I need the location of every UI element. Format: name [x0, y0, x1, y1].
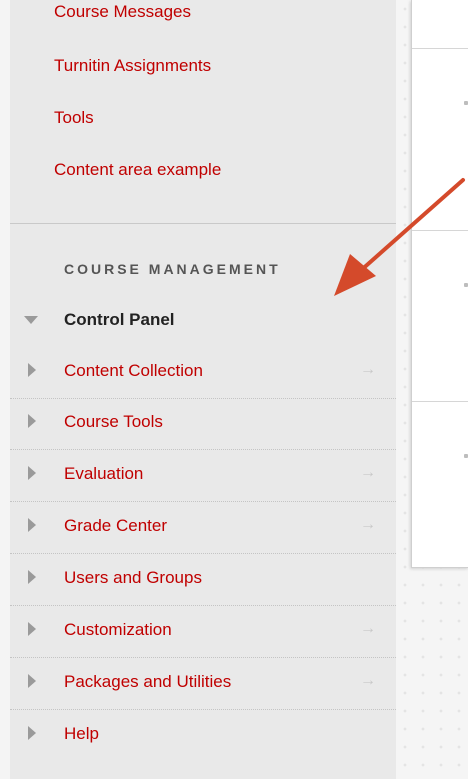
control-panel-item-customization[interactable]: Customization →: [10, 606, 396, 658]
panel-divider: [412, 48, 468, 49]
caret-right-icon[interactable]: [28, 363, 36, 377]
arrow-right-icon[interactable]: →: [360, 361, 376, 379]
caret-right-icon[interactable]: [28, 622, 36, 636]
caret-right-icon[interactable]: [28, 466, 36, 480]
control-panel-item-users-and-groups[interactable]: Users and Groups: [10, 554, 396, 606]
panel-divider: [412, 230, 468, 231]
arrow-right-icon[interactable]: →: [360, 620, 376, 638]
control-panel-item-label[interactable]: Course Tools: [64, 412, 163, 432]
control-panel-item-grade-center[interactable]: Grade Center →: [10, 502, 396, 554]
control-panel-item-label[interactable]: Grade Center: [64, 516, 167, 536]
arrow-right-icon[interactable]: →: [360, 464, 376, 482]
control-panel-header[interactable]: Control Panel: [10, 296, 396, 347]
control-panel-item-label[interactable]: Users and Groups: [64, 568, 202, 588]
control-panel-item-label[interactable]: Content Collection: [64, 361, 203, 381]
course-menu-item-content-area-example[interactable]: Content area example: [54, 160, 221, 180]
course-management-heading: COURSE MANAGEMENT: [64, 261, 281, 277]
control-panel-item-label[interactable]: Help: [64, 724, 99, 744]
panel-marker: [464, 454, 468, 458]
control-panel-item-packages-and-utilities[interactable]: Packages and Utilities →: [10, 658, 396, 710]
caret-right-icon[interactable]: [28, 414, 36, 428]
course-menu-item-turnitin-assignments[interactable]: Turnitin Assignments: [54, 56, 211, 76]
panel-marker: [464, 283, 468, 287]
panel-divider: [412, 401, 468, 402]
control-panel-item-label[interactable]: Packages and Utilities: [64, 672, 231, 692]
content-panel: [411, 0, 468, 568]
control-panel-item-label[interactable]: Customization: [64, 620, 172, 640]
caret-right-icon[interactable]: [28, 518, 36, 532]
control-panel-item-course-tools[interactable]: Course Tools: [10, 398, 396, 450]
arrow-right-icon[interactable]: →: [360, 672, 376, 690]
caret-right-icon[interactable]: [28, 674, 36, 688]
panel-marker: [464, 101, 468, 105]
control-panel-item-content-collection[interactable]: Content Collection →: [10, 347, 396, 399]
menu-divider: [10, 223, 396, 224]
control-panel-label: Control Panel: [64, 310, 175, 329]
course-sidebar: Course Messages Turnitin Assignments Too…: [0, 0, 396, 779]
course-menu-item-tools[interactable]: Tools: [54, 108, 94, 128]
control-panel-item-evaluation[interactable]: Evaluation →: [10, 450, 396, 502]
caret-right-icon[interactable]: [28, 570, 36, 584]
control-panel-item-label[interactable]: Evaluation: [64, 464, 143, 484]
sidebar-edge: [0, 0, 10, 779]
caret-right-icon[interactable]: [28, 726, 36, 740]
control-panel-item-help[interactable]: Help: [10, 710, 396, 761]
arrow-right-icon[interactable]: →: [360, 516, 376, 534]
caret-down-icon[interactable]: [24, 316, 38, 324]
course-menu-item-course-messages[interactable]: Course Messages: [54, 2, 191, 22]
